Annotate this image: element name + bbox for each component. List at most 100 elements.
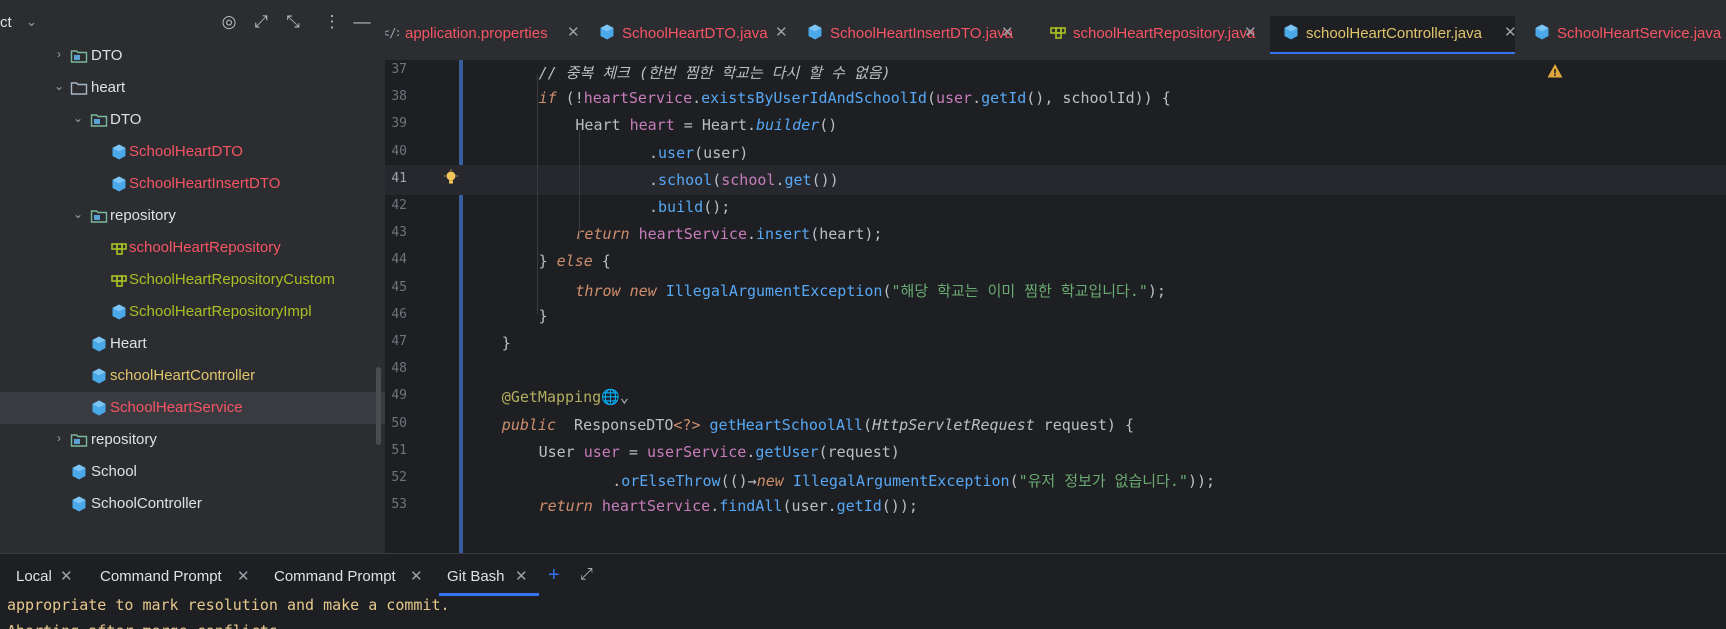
line-number: 43 (391, 225, 407, 241)
tree-item-label: heart (91, 79, 126, 96)
warning-icon[interactable] (1546, 62, 1564, 80)
close-icon[interactable]: ✕ (1001, 23, 1014, 41)
editor-tab[interactable]: schoolHeartRepository.java ✕ (1049, 16, 1267, 54)
code-editor[interactable]: 37 // 중복 체크 (한번 찜한 학교는 다시 할 수 없음) 38 if (!h… (385, 60, 1726, 553)
editor-tab[interactable]: schoolHeartController.java ✕ (1270, 16, 1517, 54)
code-line[interactable]: 50 public ResponseDTO<?> getHeartSchoolAl… (385, 410, 1726, 440)
terminal-tab[interactable]: Command Prompt ✕ (100, 562, 255, 592)
tree-item-label: SchoolHeartDTO (129, 143, 243, 160)
tree-item[interactable]: ⌄ repository (0, 200, 385, 232)
code-line[interactable]: 48 (385, 355, 1726, 385)
more-options-icon[interactable]: ⋮ (320, 10, 344, 34)
terminal-line: appropriate to mark resolution and make … (7, 596, 450, 614)
folder-icon (70, 79, 88, 97)
tree-item[interactable]: SchoolHeartService (0, 392, 385, 424)
terminal-tab[interactable]: Local ✕ (16, 562, 78, 592)
tab-label: schoolHeartController.java (1306, 25, 1482, 42)
close-icon[interactable]: ✕ (1244, 23, 1257, 41)
interface-icon (1049, 23, 1067, 41)
code-text: } else { (538, 252, 611, 271)
editor-tab[interactable]: SchoolHeartDTO.java ✕ (598, 16, 798, 54)
minimize-icon[interactable]: — (350, 10, 374, 34)
chevron-down-icon[interactable]: ⌄ (52, 79, 66, 93)
code-line[interactable]: 39 Heart heart = Heart.builder() (385, 110, 1726, 140)
tree-item[interactable]: SchoolHeartDTO (0, 136, 385, 168)
code-line[interactable]: 37 // 중복 체크 (한번 찜한 학교는 다시 할 수 없음) (385, 60, 1726, 86)
tree-item[interactable]: › repository (0, 424, 385, 456)
code-line[interactable]: 47} (385, 328, 1726, 358)
editor-tab[interactable]: SchoolHeartInsertDTO.java ✕ (806, 16, 1024, 54)
chevron-right-icon[interactable]: › (52, 47, 66, 61)
close-icon[interactable]: ✕ (515, 567, 528, 585)
tree-item[interactable]: SchoolController (0, 488, 385, 520)
code-line[interactable]: 38 if (!heartService.existsByUserIdAndSch… (385, 83, 1726, 113)
terminal-tab[interactable]: Git Bash ✕ (439, 562, 539, 596)
code-line[interactable]: 53 return heartService.findAll(user.getId… (385, 491, 1726, 521)
tree-item[interactable]: schoolHeartController (0, 360, 385, 392)
code-text: .user(user) (649, 143, 749, 162)
code-line[interactable]: 44 } else { (385, 246, 1726, 276)
editor-tab[interactable]: SchoolHeartService.java✕ (1533, 16, 1726, 54)
project-panel-header: ct ⌄ ◎ ⤢ ⤡ ⋮ — (0, 0, 385, 44)
indent-guide (579, 130, 581, 240)
close-icon[interactable]: ✕ (410, 567, 423, 585)
code-line[interactable]: 42 .build(); (385, 192, 1726, 222)
close-icon[interactable]: ✕ (60, 567, 73, 585)
chevron-down-icon[interactable]: ⌄ (71, 111, 85, 125)
target-icon[interactable]: ◎ (217, 10, 241, 34)
class-icon (1533, 23, 1551, 41)
code-text: .orElseThrow(()→new IllegalArgumentExcep… (612, 472, 1216, 490)
code-line[interactable]: 41 .school(school.get()) (385, 164, 1726, 195)
chevron-down-icon[interactable]: ⌄ (71, 207, 85, 221)
code-line[interactable]: 45 throw new IllegalArgumentException("해당… (385, 274, 1726, 304)
line-number: 44 (391, 252, 407, 268)
tree-item[interactable]: schoolHeartRepository (0, 232, 385, 264)
collapse-icon[interactable]: ⤡ (281, 10, 305, 34)
lightbulb-icon[interactable] (442, 169, 460, 187)
line-number: 48 (391, 361, 407, 377)
line-number: 45 (391, 279, 407, 295)
project-panel-title[interactable]: ct (0, 14, 12, 31)
code-text: Heart heart = Heart.builder() (575, 116, 838, 135)
tree-item[interactable]: SchoolHeartRepositoryCustom (0, 264, 385, 296)
code-line[interactable]: 51 User user = userService.getUser(reques… (385, 437, 1726, 467)
expand-icon[interactable]: ⤢ (580, 566, 593, 584)
chevron-down-icon[interactable]: ⌄ (26, 14, 37, 30)
tree-item[interactable]: SchoolHeartInsertDTO (0, 168, 385, 200)
line-number: 50 (391, 415, 407, 431)
close-icon[interactable]: ✕ (237, 567, 250, 585)
code-text: if (!heartService.existsByUserIdAndSchoo… (538, 89, 1171, 108)
tree-item[interactable]: › DTO (0, 40, 385, 72)
terminal-panel: Local ✕ Command Prompt ✕ Command Prompt ✕ Git … (0, 553, 1726, 629)
line-number: 53 (391, 497, 407, 513)
active-tab-indicator (1270, 52, 1515, 54)
plus-icon[interactable]: + (548, 564, 560, 587)
tree-item[interactable]: ⌄ heart (0, 72, 385, 104)
code-line[interactable]: 49 @GetMapping🌐⌄ (385, 382, 1726, 412)
editor-tab[interactable]: </> application.properties ✕ (385, 16, 586, 54)
terminal-tab[interactable]: Command Prompt ✕ (274, 562, 428, 592)
chevron-right-icon[interactable]: › (52, 431, 66, 445)
package-folder-icon (70, 47, 88, 65)
tree-item[interactable]: Heart (0, 328, 385, 360)
scrollbar[interactable] (376, 367, 381, 445)
tree-item-label: SchoolHeartRepositoryCustom (129, 271, 335, 288)
code-text: } (501, 334, 511, 352)
code-line[interactable]: 43 return heartService.insert(heart); (385, 219, 1726, 249)
code-line[interactable]: 52 .orElseThrow(()→new IllegalArgumentExc… (385, 464, 1726, 494)
close-icon[interactable]: ✕ (567, 23, 580, 41)
line-number: 51 (391, 442, 407, 458)
line-number: 52 (391, 470, 407, 485)
code-line[interactable]: 40 .user(user) (385, 138, 1726, 168)
class-icon (90, 335, 108, 353)
close-icon[interactable]: ✕ (1504, 23, 1517, 41)
tree-item[interactable]: School (0, 456, 385, 488)
code-line[interactable]: 46} (385, 301, 1726, 331)
tree-item[interactable]: SchoolHeartRepositoryImpl (0, 296, 385, 328)
expand-icon[interactable]: ⤢ (249, 10, 273, 34)
tree-item-label: repository (91, 431, 157, 448)
tree-item-label: schoolHeartController (110, 367, 256, 384)
tree-item[interactable]: ⌄ DTO (0, 104, 385, 136)
close-icon[interactable]: ✕ (775, 23, 788, 41)
tree-item-label: DTO (110, 111, 142, 128)
